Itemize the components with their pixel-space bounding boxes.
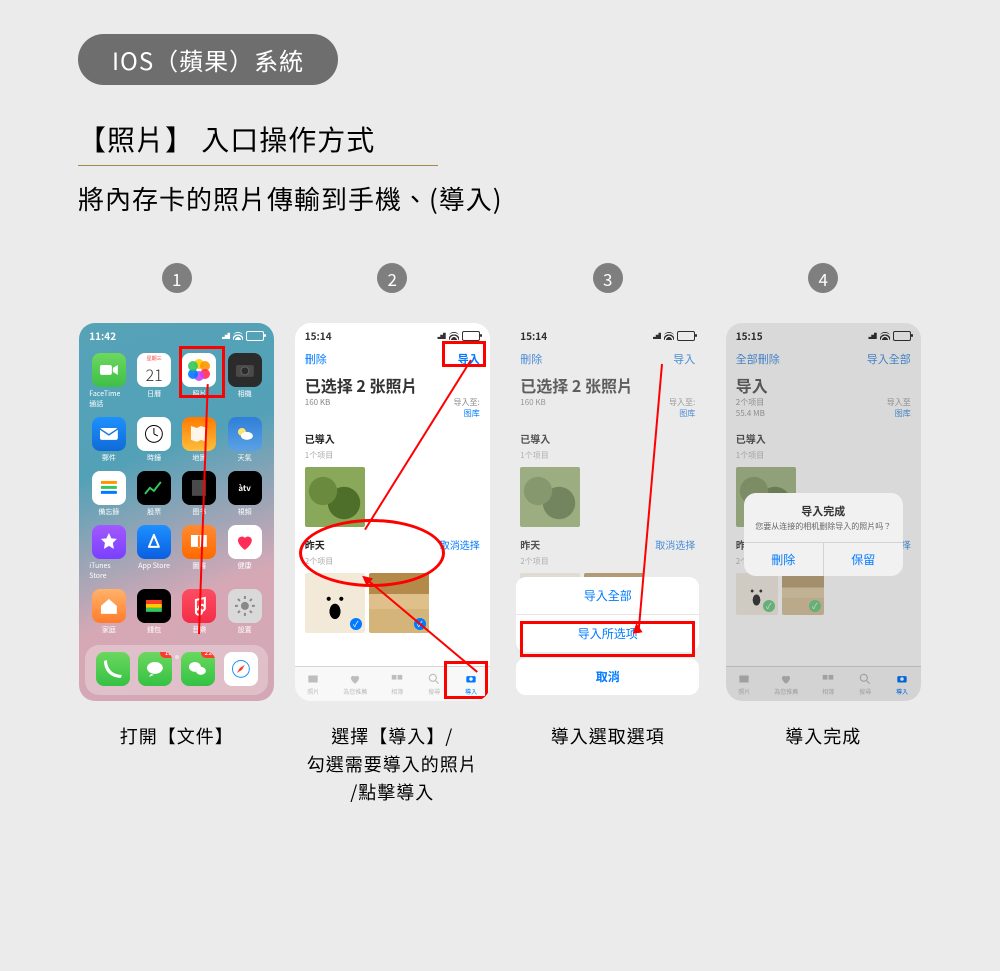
step-number: 3: [593, 263, 623, 293]
books-icon[interactable]: [182, 525, 216, 559]
app-label: 視頻: [238, 507, 252, 517]
app-label: iTunes Store: [89, 561, 128, 581]
step-3: 3 15:14 刪除 导入 已选择 2 张照片 160 KB 导入至:: [509, 263, 707, 807]
tab-search[interactable]: 搜尋: [427, 672, 441, 696]
ios-header-pill: IOS（蘋果）系統: [78, 34, 338, 85]
import-complete-alert: 导入完成 您要从连接的相机删除导入的照片吗？ 刪除 保留: [744, 493, 903, 576]
home-grid: FaceTime 通話 星期三21日曆 照片 相機 郵件 時鐘 地圖 天氣 備忘…: [79, 345, 274, 643]
settings-icon[interactable]: [228, 589, 262, 623]
step-1: 1 11:42 FaceTime 通話 星期三21日曆 照片 相機 郵件: [78, 263, 276, 807]
maps-icon[interactable]: [182, 417, 216, 451]
home-app-icon[interactable]: [92, 589, 126, 623]
status-time: 11:42: [89, 328, 116, 343]
step-number: 4: [808, 263, 838, 293]
cancel-option[interactable]: 取消: [516, 658, 699, 695]
app-label: 錢包: [147, 625, 161, 635]
highlight-import-button: [442, 341, 486, 367]
safari-icon[interactable]: [224, 652, 258, 686]
mail-icon[interactable]: [92, 417, 126, 451]
app-label: 股票: [147, 507, 161, 517]
steps-row: 1 11:42 FaceTime 通話 星期三21 日曆 照片 相機 郵件: [78, 263, 922, 807]
wallet-icon[interactable]: [137, 589, 171, 623]
phone-app-icon[interactable]: [96, 652, 130, 686]
step-number: 1: [162, 263, 192, 293]
facetime-icon[interactable]: [92, 353, 126, 387]
wifi-icon: [233, 332, 243, 340]
step-caption: 導入完成: [785, 723, 861, 751]
battery-icon: [246, 331, 264, 341]
photo-thumb[interactable]: [305, 467, 365, 527]
import-all-option[interactable]: 导入全部: [516, 577, 699, 615]
app-label: FaceTime 通話: [89, 389, 128, 409]
calendar-icon[interactable]: 星期三21: [137, 353, 171, 387]
phone-import-selection: 15:14 刪除 导入 已选择 2 张照片 160 KB 导入至: 图库: [295, 323, 490, 701]
messages-badge: 12: [160, 652, 172, 658]
dock: 12 222: [85, 645, 268, 695]
appstore-icon[interactable]: [137, 525, 171, 559]
weather-icon[interactable]: [228, 417, 262, 451]
app-label: 郵件: [102, 453, 116, 463]
tab-photos[interactable]: 照片: [306, 672, 320, 696]
tv-icon[interactable]: àtv: [228, 471, 262, 505]
alert-title: 导入完成: [744, 493, 903, 521]
status-icons: [219, 331, 264, 341]
app-label: 日曆: [147, 389, 161, 399]
title-underline: [78, 165, 438, 166]
wechat-icon[interactable]: 222: [181, 652, 215, 686]
stocks-icon[interactable]: [137, 471, 171, 505]
app-label: 相機: [238, 389, 252, 399]
signal-icon: [219, 332, 230, 339]
step-4: 4 15:15 全部刪除 导入全部 导入 2个项目 55.4 MB 导入至: [725, 263, 923, 807]
alert-message: 您要从连接的相机删除导入的照片吗？: [744, 521, 903, 542]
step-caption: 導入選取選項: [551, 723, 665, 751]
messages-icon[interactable]: 12: [138, 652, 172, 686]
phone-import-complete: 15:15 全部刪除 导入全部 导入 2个项目 55.4 MB 导入至 图库: [726, 323, 921, 701]
import-subrow: 160 KB 导入至: 图库: [295, 397, 490, 425]
phone-home-screen: 11:42 FaceTime 通話 星期三21日曆 照片 相機 郵件 時鐘 地圖: [79, 323, 274, 701]
app-label: 天氣: [238, 453, 252, 463]
highlight-import-tab: [444, 661, 488, 699]
alert-keep-button[interactable]: 保留: [824, 543, 903, 576]
section-subtitle: 將內存卡的照片傳輸到手機、(導入): [78, 180, 922, 217]
app-label: 家庭: [102, 625, 116, 635]
step-caption: 選擇【導入】/ 勾選需要導入的照片 /點擊導入: [307, 723, 478, 807]
import-to-value[interactable]: 图库: [464, 408, 480, 419]
tab-albums[interactable]: 相簿: [390, 672, 404, 696]
import-to-label: 导入至:: [454, 397, 480, 408]
status-bar: 11:42: [79, 323, 274, 345]
deselect-link[interactable]: 取消选择: [440, 537, 480, 567]
alert-delete-button[interactable]: 刪除: [744, 543, 824, 576]
tab-for-you[interactable]: 為您推薦: [343, 672, 367, 696]
status-icons: [435, 331, 480, 341]
section-title: 已導入: [305, 431, 335, 446]
phone-import-sheet: 15:14 刪除 导入 已选择 2 张照片 160 KB 导入至: 图库: [510, 323, 705, 701]
section-title: 【照片】 入口操作方式: [78, 119, 922, 159]
highlight-import-selected: [520, 621, 695, 657]
app-label: 設置: [238, 625, 252, 635]
reminders-icon[interactable]: [92, 471, 126, 505]
step-2: 2 15:14 刪除 导入 已选择 2 张照片 160 KB 导入至: 图库: [294, 263, 492, 807]
check-icon: ✓: [350, 618, 362, 630]
app-label: 時鐘: [147, 453, 161, 463]
itunes-icon[interactable]: [92, 525, 126, 559]
highlight-photos-app: [179, 346, 225, 398]
delete-button[interactable]: 刪除: [305, 351, 327, 367]
status-time: 15:14: [305, 328, 332, 343]
books-alt-icon[interactable]: [182, 471, 216, 505]
health-icon[interactable]: [228, 525, 262, 559]
camera-icon[interactable]: [228, 353, 262, 387]
step-number: 2: [377, 263, 407, 293]
arrowhead-icon: [632, 622, 643, 633]
section-sub: 1个项目: [305, 450, 333, 461]
size-label: 160 KB: [305, 397, 331, 419]
app-label: 備忘錄: [98, 507, 119, 517]
clock-icon[interactable]: [137, 417, 171, 451]
section-imported: 已導入 1个项目: [295, 425, 490, 463]
wechat-badge: 222: [201, 652, 215, 658]
app-label: 健康: [238, 561, 252, 571]
step-caption: 打開【文件】: [120, 723, 234, 751]
app-label: App Store: [138, 561, 170, 571]
